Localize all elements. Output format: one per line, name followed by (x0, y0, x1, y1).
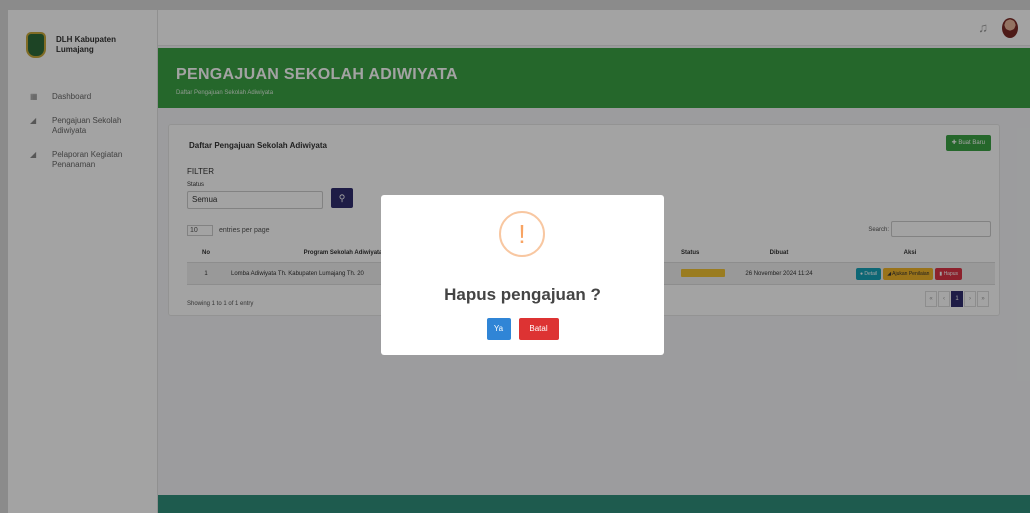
confirm-dialog: ! Hapus pengajuan ? Ya Batal (381, 195, 664, 355)
dialog-title: Hapus pengajuan ? (444, 285, 601, 304)
warning-icon: ! (499, 211, 545, 257)
dialog-actions: Ya Batal (381, 318, 664, 340)
confirm-button[interactable]: Ya (486, 318, 511, 340)
cancel-button[interactable]: Batal (518, 318, 559, 340)
